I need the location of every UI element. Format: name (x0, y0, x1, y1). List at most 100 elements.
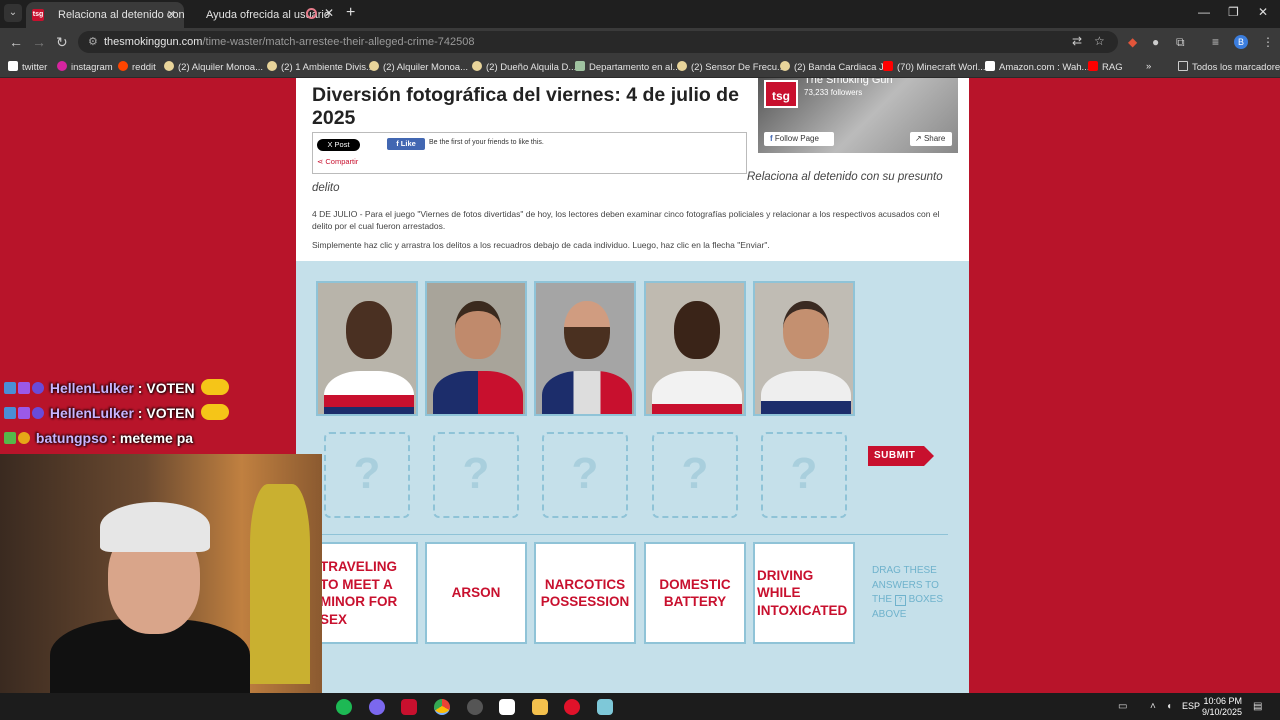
url-text[interactable]: thesmokinggun.com/time-waster/match-arre… (104, 36, 475, 48)
back-icon[interactable]: ← (9, 34, 23, 50)
extension-icon[interactable]: ◆ (1128, 35, 1137, 49)
bookmark-item[interactable]: reddit (118, 61, 156, 73)
answer-tile[interactable]: NARCOTICS POSSESSION (534, 542, 636, 644)
facebook-like-button[interactable]: f Like (387, 138, 425, 150)
tray-chevron-icon[interactable]: ˄ (1150, 701, 1156, 712)
follow-page-button[interactable]: f Follow Page (764, 132, 834, 146)
emote-icon (200, 404, 229, 420)
mugshot-3 (534, 281, 636, 416)
x-logo-icon (8, 61, 18, 71)
drop-target-2[interactable]: ? (433, 432, 519, 518)
notifications-icon[interactable]: ▤ (1253, 701, 1262, 712)
extension-icon[interactable]: ● (1152, 35, 1159, 49)
bookmark-item[interactable]: (2) Banda Cardiaca J... (780, 61, 892, 73)
bookmark-item[interactable]: (2) Alquiler Monoa... (369, 61, 468, 73)
app-icon[interactable] (499, 699, 515, 715)
share-link[interactable]: ⋖ Compartir (317, 157, 358, 166)
media-control-icon[interactable]: ≡ (1212, 35, 1219, 49)
app-icon[interactable] (369, 699, 385, 715)
tsg-logo: tsg (764, 80, 798, 108)
spotify-icon[interactable] (336, 699, 352, 715)
image-icon (575, 61, 585, 71)
opera-icon[interactable] (564, 699, 580, 715)
restore-icon[interactable]: ❐ (1228, 5, 1239, 19)
new-tab-icon[interactable]: + (346, 4, 355, 22)
badge-icon (4, 382, 16, 394)
windows-taskbar: ▭ ˄ ◖ ESP 10:06 PM 9/10/2025 ▤ (0, 693, 1280, 720)
tab-inactive[interactable]: Ayuda ofrecida al usuario (186, 2, 346, 28)
tab-close-icon[interactable]: ✕ (167, 8, 176, 21)
app-icon[interactable] (401, 699, 417, 715)
bookmark-item[interactable]: (2) 1 Ambiente Divis... (267, 61, 374, 73)
bookmark-item[interactable]: (2) Sensor De Frecu... (677, 61, 785, 73)
menu-dots-icon[interactable]: ⋮ (1262, 35, 1274, 49)
tab-title: Relaciona al detenido con su pr (58, 9, 184, 21)
bookmark-item[interactable]: Amazon.com : Wah... (985, 61, 1089, 73)
drop-target-1[interactable]: ? (324, 432, 410, 518)
marketplace-icon (267, 61, 277, 71)
answer-tile[interactable]: DOMESTIC BATTERY (644, 542, 746, 644)
marketplace-icon (164, 61, 174, 71)
tab-active[interactable]: tsg Relaciona al detenido con su pr ✕ (26, 2, 184, 28)
mugshot-1 (316, 281, 418, 416)
drop-target-3[interactable]: ? (542, 432, 628, 518)
more-bookmarks-icon[interactable]: » (1146, 61, 1151, 72)
chat-message: batungpso : meteme pa (4, 430, 193, 446)
bookmark-item[interactable]: twitter (8, 61, 47, 73)
bookmark-star-icon[interactable]: ☆ (1094, 34, 1105, 48)
marketplace-icon (369, 61, 379, 71)
clock[interactable]: 10:06 PM 9/10/2025 (1200, 696, 1242, 718)
emote-icon (200, 379, 229, 395)
plus-badge-icon (4, 432, 16, 444)
marketplace-icon (780, 61, 790, 71)
profile-avatar[interactable]: B (1234, 35, 1248, 49)
bookmark-item[interactable]: Departamento en al... (575, 61, 680, 73)
bookmarks-bar: twitter instagram reddit (2) Alquiler Mo… (0, 56, 1280, 78)
site-info-icon[interactable]: ⚙ (88, 35, 98, 48)
volume-icon[interactable]: ◖ (1166, 701, 1172, 712)
drop-target-4[interactable]: ? (652, 432, 738, 518)
marketplace-icon (472, 61, 482, 71)
folder-icon (1178, 61, 1188, 71)
answer-tile[interactable]: TRAVELING TO MEET A MINOR FOR SEX (316, 542, 418, 644)
fb-share-button[interactable]: ↗ Share (910, 132, 952, 146)
app-icon[interactable] (597, 699, 613, 715)
bookmark-item[interactable]: (2) Dueño Alquila D... (472, 61, 576, 73)
like-text: Be the first of your friends to like thi… (429, 139, 544, 146)
drop-target-5[interactable]: ? (761, 432, 847, 518)
social-share-box: X Post f Like Be the first of your frien… (312, 132, 747, 174)
bookmark-item[interactable]: instagram (57, 61, 113, 73)
translate-icon[interactable]: ⇄ (1072, 34, 1082, 48)
forward-icon[interactable]: → (32, 34, 46, 50)
drag-instructions: DRAG THESE ANSWERS TO THE ? BOXES ABOVE (872, 565, 944, 620)
bookmark-item[interactable]: (2) Alquiler Monoa... (164, 61, 263, 73)
bookmark-item[interactable]: RAG (1088, 61, 1123, 73)
all-bookmarks-folder[interactable]: Todos los marcadores (1178, 61, 1280, 73)
answer-tile[interactable]: DRIVING WHILE INTOXICATED (753, 542, 855, 644)
bookmark-item[interactable]: (70) Minecraft Worl... (883, 61, 986, 73)
fb-page-name[interactable]: The Smoking Gun (804, 78, 893, 86)
recording-icon (306, 8, 317, 19)
reload-icon[interactable]: ↻ (56, 34, 68, 51)
tab-close-icon[interactable]: ✕ (324, 6, 334, 20)
article-content: Diversión fotográfica del viernes: 4 de … (296, 78, 969, 693)
match-game: ? ? ? ? ? SUBMIT TRAVELING TO MEET A MIN… (296, 261, 969, 693)
extensions-puzzle-icon[interactable]: ⧉ (1176, 35, 1185, 50)
amazon-icon (985, 61, 995, 71)
keyboard-icon[interactable]: ▭ (1118, 701, 1127, 712)
mugshot-5 (753, 281, 855, 416)
obs-icon[interactable] (467, 699, 483, 715)
submit-button[interactable]: SUBMIT (868, 446, 934, 466)
file-explorer-icon[interactable] (532, 699, 548, 715)
close-window-icon[interactable]: ✕ (1258, 5, 1268, 19)
address-bar[interactable]: ⚙ thesmokinggun.com/time-waster/match-ar… (78, 31, 1118, 53)
tab-search-chevron-icon[interactable]: ⌄ (4, 4, 22, 22)
language-indicator[interactable]: ESP (1182, 701, 1200, 712)
background-figure (250, 484, 310, 684)
minimize-icon[interactable]: — (1198, 5, 1210, 19)
chrome-icon[interactable] (434, 699, 450, 715)
browser-toolbar: ← → ↻ ⚙ thesmokinggun.com/time-waster/ma… (0, 28, 1280, 56)
x-post-button[interactable]: X Post (317, 139, 360, 151)
answer-tile[interactable]: ARSON (425, 542, 527, 644)
fb-followers: 73,233 followers (804, 88, 863, 97)
